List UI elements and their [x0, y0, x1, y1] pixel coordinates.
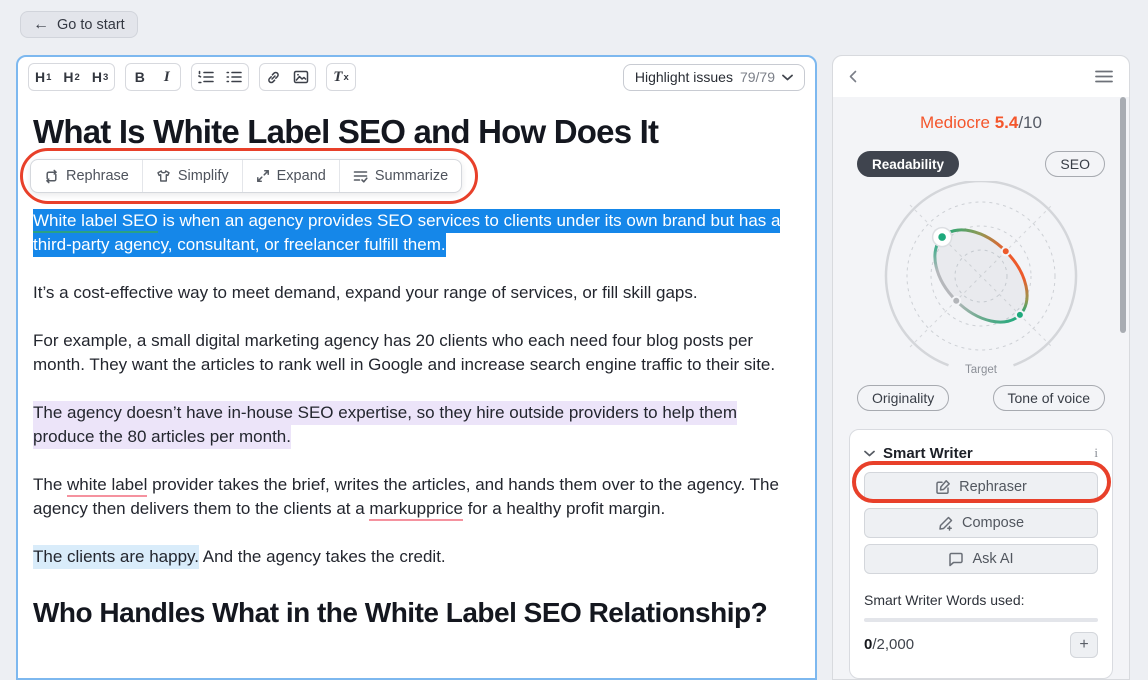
- tab-readability[interactable]: Readability: [857, 151, 959, 177]
- words-used-counter: 0/2,000: [864, 636, 914, 654]
- image-icon: [293, 70, 309, 84]
- document-heading-2[interactable]: Who Handles What in the White Label SEO …: [33, 593, 800, 633]
- smart-writer-title: Smart Writer: [883, 445, 973, 462]
- panel-scrollbar[interactable]: [1120, 97, 1126, 333]
- image-button[interactable]: [287, 64, 315, 90]
- overall-score: Mediocre 5.4/10: [833, 113, 1129, 133]
- text-segment: White label SEO: [33, 209, 158, 233]
- assistant-panel: Mediocre 5.4/10 Readability SEO: [832, 55, 1130, 680]
- paragraph[interactable]: For example, a small digital marketing a…: [33, 329, 800, 377]
- menu-icon[interactable]: [1095, 70, 1113, 83]
- text-segment: markupprice: [369, 499, 463, 521]
- paragraph[interactable]: White label SEO is when an agency provid…: [33, 209, 800, 257]
- text-segment: The clients are happy.: [33, 545, 199, 569]
- compose-pencil-icon: [938, 515, 954, 531]
- compose-button[interactable]: Compose: [864, 508, 1098, 538]
- tab-seo[interactable]: SEO: [1045, 151, 1105, 177]
- ordered-list-icon: [198, 70, 214, 84]
- expand-icon: [256, 169, 270, 183]
- paragraph[interactable]: The clients are happy. And the agency ta…: [33, 545, 800, 569]
- ordered-list-button[interactable]: [192, 64, 220, 90]
- italic-button[interactable]: I: [153, 64, 180, 90]
- highlight-issues-count: 79/79: [740, 69, 775, 85]
- smart-writer-card: Smart Writer i Rephraser Compose Ask AI …: [849, 429, 1113, 679]
- score-word: Mediocre: [920, 113, 990, 132]
- summarize-button[interactable]: Summarize: [340, 160, 461, 192]
- words-used-progress-bar: [864, 618, 1098, 622]
- chevron-down-icon: [782, 74, 793, 81]
- arrow-left-icon: ←: [33, 17, 49, 33]
- go-to-start-label: Go to start: [57, 17, 125, 33]
- pill-tone-of-voice[interactable]: Tone of voice: [993, 385, 1106, 411]
- paragraph[interactable]: The agency doesn’t have in-house SEO exp…: [33, 401, 800, 449]
- insert-button-group: [259, 63, 316, 91]
- editor-paragraphs: White label SEO is when an agency provid…: [33, 209, 800, 569]
- rephrase-icon: [44, 169, 59, 184]
- summarize-icon: [353, 169, 368, 183]
- collapse-chevron-left-icon[interactable]: [849, 70, 857, 83]
- text-segment: The: [33, 475, 67, 494]
- text-segment: for a healthy profit margin.: [463, 499, 665, 518]
- dimension-pills: Originality Tone of voice: [833, 385, 1129, 411]
- text-segment: For example, a small digital marketing a…: [33, 331, 775, 374]
- gauge-target-label: Target: [965, 364, 998, 376]
- link-button[interactable]: [260, 64, 287, 90]
- ask-ai-button[interactable]: Ask AI: [864, 544, 1098, 574]
- bullet-list-button[interactable]: [220, 64, 248, 90]
- score-radar-gauge: Target: [871, 181, 1091, 381]
- simplify-button[interactable]: Simplify: [143, 160, 243, 192]
- rephraser-button[interactable]: Rephraser: [864, 472, 1098, 502]
- clear-format-group: Tx: [326, 63, 355, 91]
- link-icon: [266, 70, 281, 85]
- text-segment: And the agency takes the credit.: [199, 547, 446, 566]
- highlight-issues-label: Highlight issues: [635, 69, 733, 85]
- editor-panel: H1 H2 H3 B I: [16, 55, 817, 680]
- add-words-button[interactable]: +: [1070, 632, 1098, 658]
- h3-button[interactable]: H3: [86, 64, 114, 90]
- bold-button[interactable]: B: [126, 64, 153, 90]
- chevron-down-icon[interactable]: [864, 450, 875, 457]
- text-segment: It’s a cost-effective way to meet demand…: [33, 283, 698, 302]
- pill-originality[interactable]: Originality: [857, 385, 949, 411]
- score-value: 5.4: [995, 113, 1019, 132]
- score-tabs: Readability SEO: [833, 151, 1129, 177]
- info-icon[interactable]: i: [1094, 445, 1098, 461]
- bullet-list-icon: [226, 70, 242, 84]
- text-segment: The agency doesn’t have in-house SEO exp…: [33, 401, 737, 449]
- panel-header: [833, 56, 1129, 97]
- highlight-issues-dropdown[interactable]: Highlight issues 79/79: [623, 64, 805, 91]
- h1-button[interactable]: H1: [29, 64, 57, 90]
- heading-button-group: H1 H2 H3: [28, 63, 115, 91]
- list-button-group: [191, 63, 249, 91]
- h2-button[interactable]: H2: [57, 64, 85, 90]
- editor-toolbar: H1 H2 H3 B I: [18, 57, 815, 97]
- format-button-group: B I: [125, 63, 181, 91]
- edit-square-icon: [935, 479, 951, 495]
- score-max: /10: [1018, 113, 1042, 132]
- text-segment: white label: [67, 475, 147, 497]
- clear-formatting-button[interactable]: Tx: [327, 64, 354, 90]
- paragraph[interactable]: It’s a cost-effective way to meet demand…: [33, 281, 800, 305]
- go-to-start-button[interactable]: ← Go to start: [20, 11, 138, 38]
- ai-actions-popup: Rephrase Simplify Expand Summarize: [30, 159, 462, 193]
- paragraph[interactable]: The white label provider takes the brief…: [33, 473, 800, 521]
- expand-button[interactable]: Expand: [243, 160, 340, 192]
- chat-bubble-icon: [948, 552, 964, 567]
- words-used-label: Smart Writer Words used:: [864, 592, 1098, 608]
- rephrase-button[interactable]: Rephrase: [31, 160, 143, 192]
- simplify-icon: [156, 169, 171, 183]
